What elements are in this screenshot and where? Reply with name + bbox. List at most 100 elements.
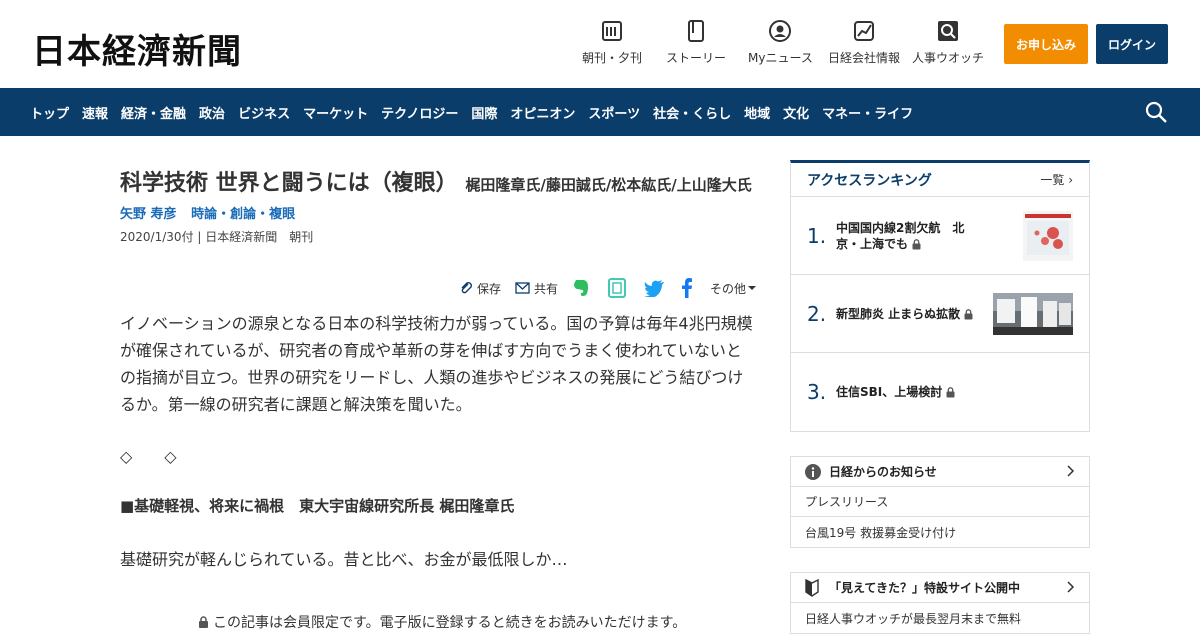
nav-personnel-watch[interactable]: 人事ウオッチ — [912, 20, 984, 66]
magnifier-icon — [938, 21, 958, 41]
site-header: 日本経濟新聞 朝刊・夕刊 ストーリー Myニュース 日経会社情報 人事ウオッチ … — [0, 0, 1200, 88]
lock-icon — [912, 238, 921, 249]
section-divider: ◇ ◇ — [120, 447, 177, 466]
rank-number: 1. — [807, 223, 827, 248]
apply-button[interactable]: お申し込み — [1004, 24, 1088, 64]
facebook-button[interactable] — [681, 278, 696, 298]
special-personnel-watch-free[interactable]: 日経人事ウオッチが最長翌月末まで無料 — [791, 603, 1089, 633]
share-button[interactable]: 共有 — [515, 280, 558, 297]
rank-headline: 新型肺炎 止まらぬ拡散 — [836, 306, 986, 322]
note-icon — [607, 278, 626, 298]
save-label: 保存 — [476, 281, 501, 296]
nikkei-notices: 日経からのお知らせ プレスリリース 台風19号 救援募金受け付け — [790, 456, 1090, 548]
nav-company-info[interactable]: 日経会社情報 — [828, 20, 900, 66]
article-source: 日本経済新聞 朝刊 — [205, 230, 314, 244]
notices-header[interactable]: 日経からのお知らせ — [791, 457, 1089, 487]
article-body: 基礎研究が軽んじられている。昔と比べ、お金が最低限しか… — [120, 550, 568, 569]
search-icon[interactable] — [1144, 100, 1168, 124]
nav-label: 日経会社情報 — [828, 51, 901, 65]
rank-headline-text: 住信SBI、上場検討 — [836, 385, 943, 399]
nav-item-top[interactable]: トップ — [30, 103, 69, 122]
dateline: 2020/1/30付 | 日本経済新聞 朝刊 — [120, 230, 314, 244]
nav-item-economy[interactable]: 経済・金融 — [121, 103, 186, 122]
nav-item-opinion[interactable]: オピニオン — [510, 103, 575, 122]
article-title: 科学技術 世界と闘うには（複眼） 梶田隆章氏/藤田誠氏/松本紘氏/上山隆大氏 — [120, 170, 760, 199]
article-date: 2020/1/30付 — [120, 230, 194, 244]
rank-headline: 中国国内線2割欠航 北京・上海でも — [836, 220, 976, 252]
nikkei-logo[interactable]: 日本経濟新聞 — [32, 24, 242, 73]
title-names: 梶田隆章氏/藤田誠氏/松本紘氏/上山隆大氏 — [465, 176, 752, 194]
nav-item-technology[interactable]: テクノロジー — [381, 103, 458, 122]
category-link[interactable]: 時論・創論・複眼 — [191, 207, 295, 222]
nav-item-international[interactable]: 国際 — [471, 103, 497, 122]
notice-typhoon-donation[interactable]: 台風19号 救援募金受け付け — [791, 517, 1089, 547]
title-main: 科学技術 世界と闘うには（複眼） — [120, 171, 458, 196]
nav-label: ストーリー — [666, 51, 727, 65]
nav-item-region[interactable]: 地域 — [744, 103, 770, 122]
info-icon — [805, 463, 821, 480]
ranking-item[interactable]: 3. 住信SBI、上場検討 — [791, 353, 1089, 431]
other-label: その他 — [709, 281, 746, 296]
ranking-item[interactable]: 1. 中国国内線2割欠航 北京・上海でも — [791, 197, 1089, 275]
rank-headline: 住信SBI、上場検討 — [836, 384, 1016, 400]
rank-thumbnail-map — [1023, 210, 1073, 261]
ranking-more-label: 一覧 — [1040, 173, 1065, 187]
nav-mynews[interactable]: Myニュース — [748, 20, 813, 66]
article-lead: イノベーションの源泉となる日本の科学技術力が弱っている。国の予算は毎年4兆円規模… — [120, 314, 753, 414]
chart-icon — [854, 21, 874, 41]
rank-thumbnail-photo — [993, 292, 1073, 335]
twitter-button[interactable] — [643, 279, 668, 297]
nav-item-breaking[interactable]: 速報 — [82, 103, 108, 122]
article: 科学技術 世界と闘うには（複眼） 梶田隆章氏/藤田誠氏/松本紘氏/上山隆大氏 矢… — [120, 160, 760, 631]
member-only-notice: この記事は会員限定です。電子版に登録すると続きをお読みいただけます。 — [198, 612, 686, 632]
rank-number: 2. — [807, 301, 827, 326]
nav-item-money-life[interactable]: マネー・ライフ — [822, 103, 913, 122]
article-tools: 保存 共有 その他 — [445, 278, 756, 298]
special-site-box: 「見えてきた？」特設サイト公開中 日経人事ウオッチが最長翌月末まで無料 — [790, 572, 1090, 634]
lock-icon — [964, 308, 973, 319]
rank-headline-text: 新型肺炎 止まらぬ拡散 — [836, 306, 961, 321]
author-row: 矢野 寿彦 時論・創論・複眼 — [120, 203, 760, 222]
access-ranking: アクセスランキング 一覧 › 1. 中国国内線2割欠航 北京・上海でも 2. 新… — [790, 160, 1090, 432]
newspaper-icon — [602, 21, 622, 41]
nav-item-market[interactable]: マーケット — [303, 103, 368, 122]
ranking-more-link[interactable]: 一覧 › — [1040, 171, 1073, 188]
nav-morning-evening[interactable]: 朝刊・夕刊 — [582, 20, 642, 66]
nav-item-politics[interactable]: 政治 — [199, 103, 225, 122]
paperclip-icon — [461, 282, 472, 294]
share-label: 共有 — [533, 281, 558, 296]
notices-title: 日経からのお知らせ — [829, 465, 937, 479]
notice-press-release[interactable]: プレスリリース — [791, 487, 1089, 517]
note-button[interactable] — [607, 278, 630, 298]
chevron-right-icon: › — [1068, 173, 1073, 187]
category-navbar: トップ 速報 経済・金融 政治 ビジネス マーケット テクノロジー 国際 オピニ… — [0, 88, 1200, 136]
save-button[interactable]: 保存 — [459, 280, 501, 297]
other-menu-button[interactable]: その他 — [710, 280, 756, 297]
special-header[interactable]: 「見えてきた？」特設サイト公開中 — [791, 573, 1089, 603]
ranking-title: アクセスランキング — [807, 172, 932, 189]
chevron-right-icon — [1067, 581, 1075, 593]
article-subhead: ■基礎軽視、将来に禍根 東大宇宙線研究所長 梶田隆章氏 — [120, 497, 515, 515]
nav-item-sports[interactable]: スポーツ — [588, 103, 640, 122]
author-link[interactable]: 矢野 寿彦 — [120, 207, 177, 222]
nav-label: Myニュース — [748, 51, 813, 65]
mail-icon — [515, 282, 530, 294]
lock-icon — [199, 616, 208, 628]
rank-headline-text: 中国国内線2割欠航 北京・上海でも — [836, 220, 965, 251]
nav-label: 朝刊・夕刊 — [582, 51, 643, 65]
special-title: 「見えてきた？」特設サイト公開中 — [829, 581, 1021, 595]
chevron-right-icon — [1067, 465, 1075, 477]
nav-label: 人事ウオッチ — [912, 51, 985, 65]
rank-number: 3. — [807, 380, 827, 404]
member-note-text: この記事は会員限定です。電子版に登録すると続きをお読みいただけます。 — [213, 615, 687, 631]
nav-story[interactable]: ストーリー — [666, 20, 726, 66]
user-icon — [769, 20, 792, 42]
nav-item-culture[interactable]: 文化 — [783, 103, 809, 122]
evernote-button[interactable] — [572, 278, 594, 298]
nav-item-business[interactable]: ビジネス — [238, 103, 290, 122]
facebook-icon — [681, 278, 692, 298]
login-button[interactable]: ログイン — [1096, 24, 1168, 64]
ranking-item[interactable]: 2. 新型肺炎 止まらぬ拡散 — [791, 275, 1089, 353]
nav-item-society[interactable]: 社会・くらし — [653, 103, 731, 122]
beginner-mark-icon — [805, 578, 819, 597]
